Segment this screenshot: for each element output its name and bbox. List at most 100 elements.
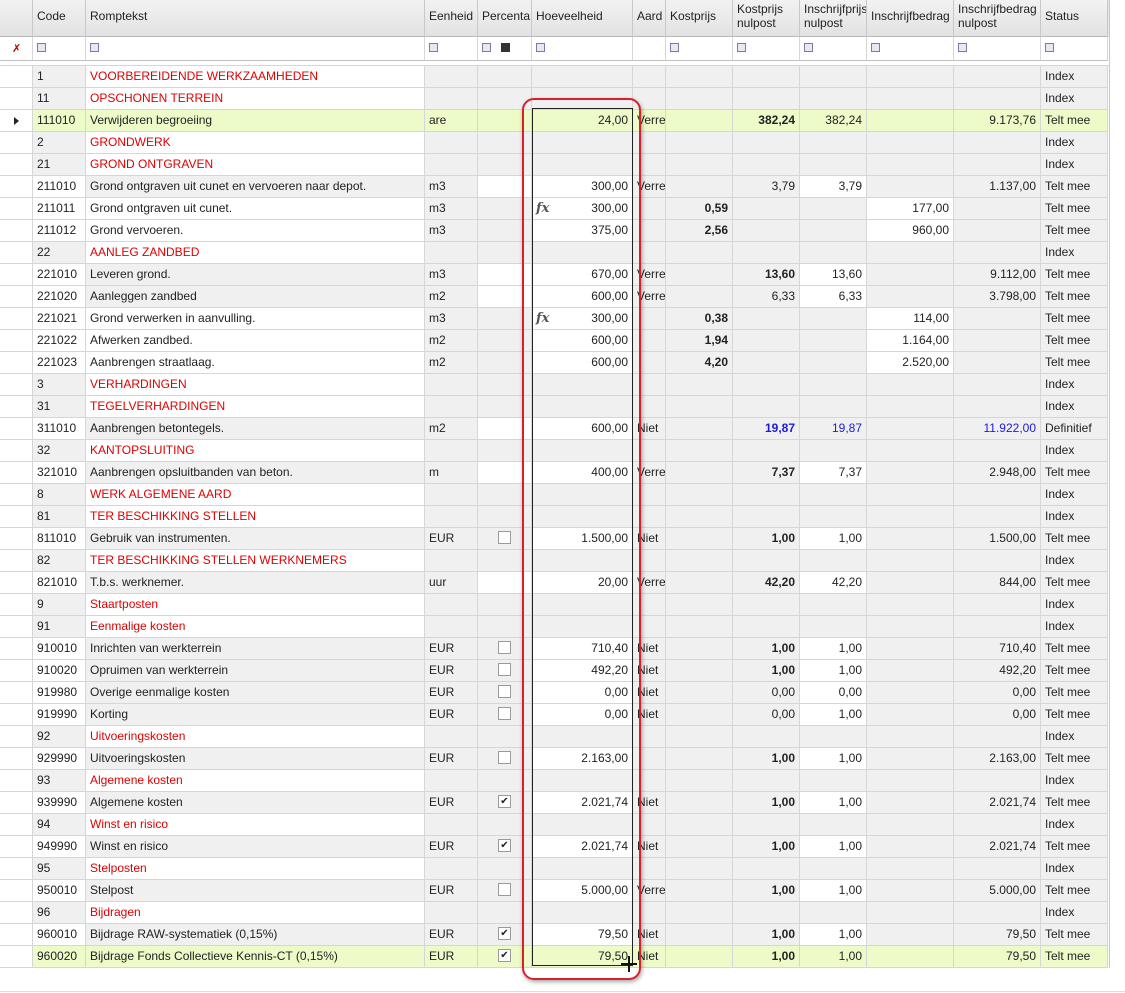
cell-status[interactable]: Index [1041, 814, 1108, 836]
cell-romptekst[interactable]: Algemene kosten [86, 792, 425, 814]
cell-percenta[interactable] [478, 176, 532, 198]
cell-hoeveelheid[interactable]: 375,00 [532, 220, 633, 242]
filter-status[interactable] [1041, 37, 1108, 61]
chapter-row[interactable]: 93 Algemene kosten Index [0, 770, 1109, 792]
cell-inschrijfbedrag[interactable] [867, 638, 954, 660]
cell-romptekst[interactable]: AANLEG ZANDBED [86, 242, 425, 264]
cell-romptekst[interactable]: Eenmalige kosten [86, 616, 425, 638]
cell-inschrijfprijs-nulpost[interactable] [800, 440, 867, 462]
row-indicator[interactable] [0, 682, 33, 704]
cell-percenta[interactable] [478, 814, 532, 836]
cell-eenheid[interactable]: EUR [425, 660, 478, 682]
cell-hoeveelheid[interactable] [532, 88, 633, 110]
cell-eenheid[interactable]: m [425, 462, 478, 484]
row-indicator[interactable] [0, 110, 33, 132]
cell-inschrijfprijs-nulpost[interactable]: 1,00 [800, 528, 867, 550]
filter-icon[interactable] [1045, 43, 1054, 53]
cell-romptekst[interactable]: Bijdrage Fonds Collectieve Kennis-CT (0,… [86, 946, 425, 968]
row-indicator[interactable] [0, 858, 33, 880]
cell-eenheid[interactable]: EUR [425, 528, 478, 550]
chapter-row[interactable]: 22 AANLEG ZANDBED Index [0, 242, 1109, 264]
cell-hoeveelheid[interactable]: 710,40 [532, 638, 633, 660]
cell-inschrijfprijs-nulpost[interactable] [800, 484, 867, 506]
cell-inschrijfbedrag[interactable] [867, 88, 954, 110]
row-indicator[interactable] [0, 242, 33, 264]
row-indicator[interactable] [0, 374, 33, 396]
cell-romptekst[interactable]: Bijdrage RAW-systematiek (0,15%) [86, 924, 425, 946]
cell-inschrijfbedrag-nulpost[interactable] [954, 506, 1041, 528]
cell-hoeveelheid[interactable]: 600,00 [532, 330, 633, 352]
row-indicator[interactable] [0, 704, 33, 726]
cell-inschrijfbedrag-nulpost[interactable] [954, 396, 1041, 418]
cell-kostprijs[interactable] [666, 440, 733, 462]
cell-status[interactable]: Index [1041, 66, 1108, 88]
cell-eenheid[interactable]: EUR [425, 924, 478, 946]
row-indicator[interactable] [0, 770, 33, 792]
cell-percenta[interactable] [478, 66, 532, 88]
row-indicator[interactable] [0, 198, 33, 220]
row-indicator[interactable] [0, 550, 33, 572]
cell-inschrijfbedrag[interactable] [867, 792, 954, 814]
table-row[interactable]: 111010 Verwijderen begroeiing are 24,00 Verr… [0, 110, 1109, 132]
cell-kostprijs[interactable] [666, 704, 733, 726]
checkbox-checked[interactable]: ✔ [498, 795, 511, 809]
row-indicator[interactable] [0, 946, 33, 968]
cell-romptekst[interactable]: Aanleggen zandbed [86, 286, 425, 308]
cell-percenta[interactable] [478, 528, 532, 550]
cell-eenheid[interactable]: are [425, 110, 478, 132]
table-row[interactable]: 919990 Korting EUR 0,00 Niet 0,00 1,00 0,00 Telt… [0, 704, 1109, 726]
cell-percenta[interactable] [478, 682, 532, 704]
cell-eenheid[interactable]: m3 [425, 176, 478, 198]
cell-code[interactable]: 919990 [33, 704, 86, 726]
cell-percenta[interactable] [478, 550, 532, 572]
filter-aard[interactable] [633, 37, 666, 61]
cell-status[interactable]: Telt mee [1041, 308, 1108, 330]
cell-code[interactable]: 939990 [33, 792, 86, 814]
cell-inschrijfbedrag[interactable] [867, 506, 954, 528]
cell-percenta[interactable] [478, 88, 532, 110]
cell-kostprijs[interactable]: 4,20 [666, 352, 733, 374]
cell-percenta[interactable] [478, 220, 532, 242]
cell-eenheid[interactable] [425, 132, 478, 154]
cell-aard[interactable] [633, 594, 666, 616]
column-header-percenta[interactable]: Percenta [478, 0, 532, 37]
checkbox-unchecked[interactable] [498, 707, 511, 721]
cell-percenta[interactable] [478, 264, 532, 286]
cell-inschrijfprijs-nulpost[interactable]: 1,00 [800, 836, 867, 858]
cell-kostprijs-nulpost[interactable] [733, 396, 800, 418]
cell-hoeveelheid[interactable] [532, 396, 633, 418]
cell-inschrijfbedrag[interactable]: 177,00 [867, 198, 954, 220]
column-header-eenheid[interactable]: Eenheid [425, 0, 478, 37]
cell-percenta[interactable] [478, 748, 532, 770]
cell-eenheid[interactable]: EUR [425, 836, 478, 858]
cell-status[interactable]: Telt mee [1041, 110, 1108, 132]
table-row[interactable]: 939990 Algemene kosten EUR ✔ 2.021,74 Niet 1,0… [0, 792, 1109, 814]
table-row[interactable]: 949990 Winst en risico EUR ✔ 2.021,74 Niet 1,0… [0, 836, 1109, 858]
cell-status[interactable]: Index [1041, 594, 1108, 616]
cell-kostprijs-nulpost[interactable] [733, 726, 800, 748]
cell-inschrijfbedrag-nulpost[interactable]: 3.798,00 [954, 286, 1041, 308]
table-row[interactable]: 211012 Grond vervoeren. m3 375,00 2,56 960,00… [0, 220, 1109, 242]
cell-kostprijs[interactable] [666, 286, 733, 308]
cell-aard[interactable]: Verre [633, 110, 666, 132]
cell-inschrijfbedrag[interactable] [867, 550, 954, 572]
cell-inschrijfbedrag-nulpost[interactable]: 492,20 [954, 660, 1041, 682]
cell-eenheid[interactable] [425, 726, 478, 748]
cell-kostprijs[interactable] [666, 748, 733, 770]
cell-status[interactable]: Telt mee [1041, 264, 1108, 286]
cell-kostprijs-nulpost[interactable] [733, 440, 800, 462]
cell-inschrijfbedrag[interactable] [867, 176, 954, 198]
cell-romptekst[interactable]: WERK ALGEMENE AARD [86, 484, 425, 506]
cell-romptekst[interactable]: Korting [86, 704, 425, 726]
cell-code[interactable]: 9 [33, 594, 86, 616]
cell-eenheid[interactable]: m2 [425, 330, 478, 352]
cell-eenheid[interactable]: m3 [425, 220, 478, 242]
cell-inschrijfbedrag-nulpost[interactable] [954, 726, 1041, 748]
cell-percenta[interactable] [478, 418, 532, 440]
cell-percenta[interactable]: ✔ [478, 946, 532, 968]
cell-code[interactable]: 31 [33, 396, 86, 418]
cell-status[interactable]: Index [1041, 440, 1108, 462]
cell-inschrijfprijs-nulpost[interactable] [800, 154, 867, 176]
cell-percenta[interactable] [478, 484, 532, 506]
cell-kostprijs[interactable] [666, 660, 733, 682]
